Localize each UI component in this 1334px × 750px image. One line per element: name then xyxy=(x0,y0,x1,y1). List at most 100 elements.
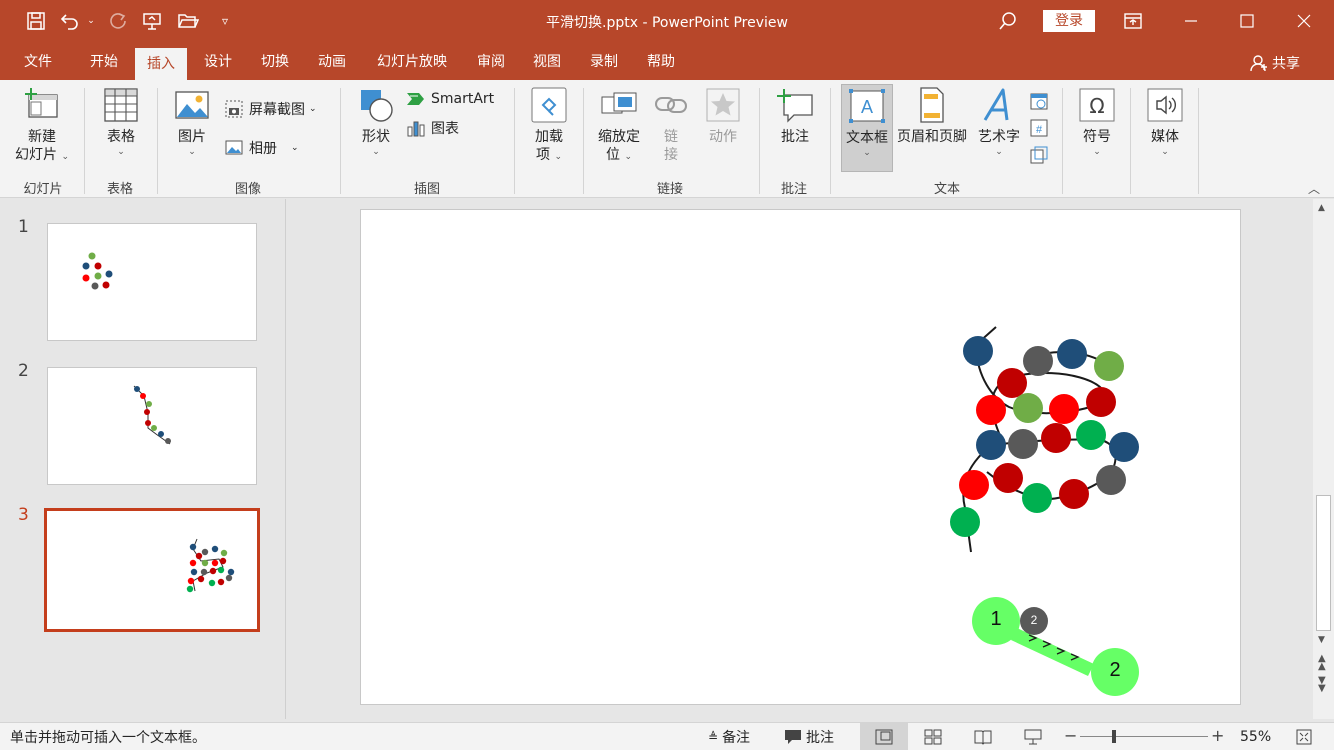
tab-file[interactable]: 文件 xyxy=(14,44,62,80)
search-icon[interactable] xyxy=(995,8,1021,34)
dropdown-icon: ⌄ xyxy=(995,147,1003,157)
group-separator xyxy=(1130,88,1131,194)
group-separator xyxy=(759,88,760,194)
group-label-illustrations: 插图 xyxy=(413,182,440,197)
date-time-button[interactable] xyxy=(1028,90,1050,112)
zoom-level[interactable]: 55% xyxy=(1240,727,1271,747)
scroll-down-icon[interactable]: ▼ xyxy=(1318,635,1325,645)
slide-thumbnail-3[interactable] xyxy=(44,508,260,632)
action-star-icon xyxy=(704,86,742,124)
dropdown-icon: ⌄ xyxy=(1093,147,1101,157)
table-button[interactable]: 表格 ⌄ xyxy=(95,86,147,158)
dropdown-icon: ⌄ xyxy=(1161,147,1169,157)
zoom-slider-thumb[interactable] xyxy=(1112,730,1116,743)
slide-number-button[interactable]: # xyxy=(1028,117,1050,139)
group-separator xyxy=(84,88,85,194)
tab-slideshow[interactable]: 幻灯片放映 xyxy=(368,44,456,80)
screenshot-button[interactable]: 屏幕截图 ⌄ xyxy=(223,98,317,120)
slideshow-view-icon[interactable] xyxy=(1024,729,1042,749)
textbox-label: 文本框 xyxy=(846,130,888,146)
slide-thumbnail-1[interactable] xyxy=(47,223,257,341)
dropdown-icon: ⌄ xyxy=(309,104,317,114)
comment-icon xyxy=(776,86,814,124)
tab-view[interactable]: 视图 xyxy=(523,44,571,80)
tab-insert[interactable]: 插入 xyxy=(135,48,187,80)
chart-icon xyxy=(405,117,427,139)
shapes-button[interactable]: 形状 ⌄ xyxy=(352,86,400,158)
new-slide-button[interactable]: 新建 幻灯片 ⌄ xyxy=(10,86,74,164)
header-footer-label: 页眉和页脚 xyxy=(897,129,967,145)
group-label-comments: 批注 xyxy=(780,182,807,197)
addins-button[interactable]: 加载 项 ⌄ xyxy=(524,86,574,164)
tab-home[interactable]: 开始 xyxy=(80,44,128,80)
comment-button[interactable]: 批注 xyxy=(770,86,820,146)
header-footer-button[interactable]: 页眉和页脚 xyxy=(894,86,970,146)
pictures-button[interactable]: 图片 ⌄ xyxy=(168,86,216,158)
tab-record[interactable]: 录制 xyxy=(580,44,628,80)
comments-button[interactable]: 批注 xyxy=(784,727,834,747)
reading-view-icon[interactable] xyxy=(974,729,992,749)
share-button[interactable]: 共享 xyxy=(1250,53,1300,73)
tab-design[interactable]: 设计 xyxy=(194,44,242,80)
next-slide-icon[interactable]: ▼ ▼ xyxy=(1318,676,1326,694)
previous-slide-icon[interactable]: ▲ ▲ xyxy=(1318,654,1326,672)
chart-label: 图表 xyxy=(431,121,459,137)
notes-button[interactable]: ≜ 备注 xyxy=(708,727,750,747)
textbox-icon: A xyxy=(848,87,886,125)
normal-view-icon xyxy=(875,729,893,744)
tab-review[interactable]: 审阅 xyxy=(467,44,515,80)
scroll-up-icon[interactable]: ▲ xyxy=(1318,203,1325,213)
slide-sorter-view-icon[interactable] xyxy=(924,729,942,749)
vertical-scrollbar[interactable]: ▲ ▼ ▲ ▲ ▼ ▼ xyxy=(1313,199,1334,719)
photo-album-label: 相册 xyxy=(249,141,277,157)
scroll-thumb[interactable] xyxy=(1316,495,1331,631)
zoom-slider[interactable] xyxy=(1080,730,1208,743)
group-separator xyxy=(830,88,831,194)
photo-album-button[interactable]: 相册 ⌄ xyxy=(223,137,299,159)
addins-label-2: 项 ⌄ xyxy=(536,147,562,163)
marker-label-2: 2 xyxy=(1109,659,1121,681)
symbol-button[interactable]: Ω 符号 ⌄ xyxy=(1073,86,1121,158)
wordart-icon xyxy=(980,86,1018,124)
textbox-button[interactable]: A 文本框 ⌄ xyxy=(841,84,893,172)
fit-slide-icon[interactable] xyxy=(1296,729,1312,749)
object-button[interactable] xyxy=(1028,144,1050,166)
smartart-label: SmartArt xyxy=(431,91,495,107)
tab-help[interactable]: 帮助 xyxy=(637,44,685,80)
slide-canvas[interactable]: 1 2 2 xyxy=(360,209,1241,705)
link-label-2: 接 xyxy=(664,147,678,163)
normal-view-button[interactable] xyxy=(860,723,908,750)
svg-text:A: A xyxy=(861,97,873,117)
close-icon[interactable] xyxy=(1291,8,1317,34)
media-button[interactable]: 媒体 ⌄ xyxy=(1141,86,1189,158)
group-label-text: 文本 xyxy=(933,182,960,197)
smartart-button[interactable]: SmartArt xyxy=(405,88,494,110)
zoom-button[interactable]: 缩放定 位 ⌄ xyxy=(592,86,646,164)
collapse-ribbon-icon[interactable]: ︿ xyxy=(1308,180,1320,197)
svg-text:Ω: Ω xyxy=(1089,94,1104,118)
dropdown-icon: ⌄ xyxy=(863,148,871,158)
tab-transitions[interactable]: 切换 xyxy=(251,44,299,80)
tab-animations[interactable]: 动画 xyxy=(308,44,356,80)
zoom-label-1: 缩放定 xyxy=(598,129,640,145)
zoom-in-icon[interactable]: + xyxy=(1211,726,1224,745)
thumbnail-number: 1 xyxy=(18,217,29,237)
maximize-icon[interactable] xyxy=(1234,8,1260,34)
smartart-icon xyxy=(405,88,427,110)
slide-thumbnail-2[interactable] xyxy=(47,367,257,485)
group-label-images: 图像 xyxy=(234,182,261,197)
header-footer-icon xyxy=(913,86,951,124)
chart-button[interactable]: 图表 xyxy=(405,117,459,139)
notes-icon: ≜ xyxy=(708,730,719,744)
minimize-icon[interactable] xyxy=(1178,8,1204,34)
status-bar: 单击并拖动可插入一个文本框。 ≜ 备注 批注 − + 55% xyxy=(0,722,1334,750)
wordart-button[interactable]: 艺术字 ⌄ xyxy=(974,86,1024,158)
group-label-slides: 幻灯片 xyxy=(23,182,63,197)
share-label: 共享 xyxy=(1272,56,1300,72)
svg-text:#: # xyxy=(1036,124,1043,136)
title-bar: ⌄ ▿ 平滑切换.pptx - PowerPoint Preview 登录 xyxy=(0,0,1334,44)
link-button: 链 接 xyxy=(650,86,692,164)
ribbon-display-options-icon[interactable] xyxy=(1120,8,1146,34)
zoom-out-icon[interactable]: − xyxy=(1064,726,1077,745)
login-button[interactable]: 登录 xyxy=(1043,10,1095,32)
